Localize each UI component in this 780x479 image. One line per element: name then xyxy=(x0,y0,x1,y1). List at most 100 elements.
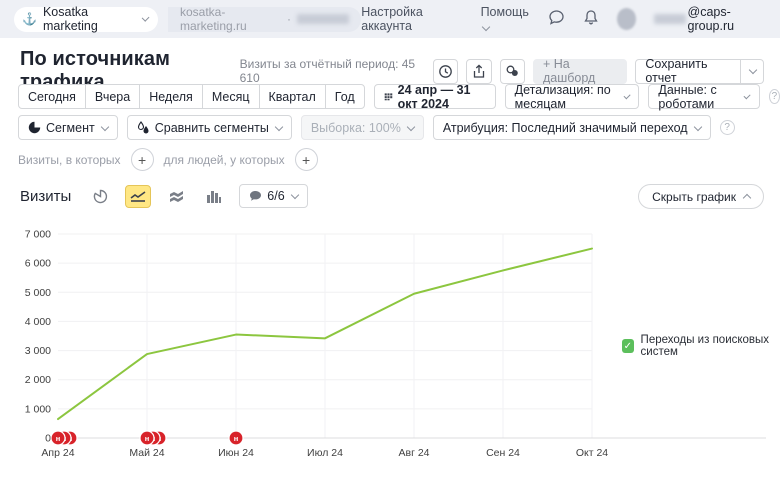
notifications-bell-icon[interactable] xyxy=(583,9,599,29)
counter-domain[interactable]: kosatka-marketing.ru · xyxy=(168,7,361,32)
goals-button[interactable] xyxy=(500,59,525,84)
save-report-button[interactable]: Сохранить отчет xyxy=(635,59,741,84)
chevron-down-icon xyxy=(749,66,757,74)
svg-text:1 000: 1 000 xyxy=(25,403,51,415)
svg-text:н: н xyxy=(56,434,61,443)
save-report-dropdown[interactable] xyxy=(741,59,764,84)
period-month-button[interactable]: Месяц xyxy=(202,84,260,109)
counter-name: Kosatka marketing xyxy=(43,5,135,33)
calendar-icon xyxy=(384,90,393,103)
dot-separator: · xyxy=(287,12,291,26)
svg-text:3 000: 3 000 xyxy=(25,345,51,357)
attribution-label: Атрибуция: Последний значимый переход xyxy=(443,121,688,135)
svg-text:5 000: 5 000 xyxy=(25,287,51,299)
segment-dropdown[interactable]: Сегмент xyxy=(18,115,118,140)
visits-period-total: Визиты за отчётный период: 45 610 xyxy=(240,57,419,85)
sampling-dropdown[interactable]: Выборка: 100% xyxy=(301,115,424,140)
period-filter-row: Сегодня Вчера Неделя Месяц Квартал Год 2… xyxy=(18,84,780,109)
period-week-button[interactable]: Неделя xyxy=(139,84,203,109)
legend-label: Переходы из поисковых систем xyxy=(641,334,780,358)
feedback-icon[interactable] xyxy=(548,9,565,29)
data-mode-label: Данные: с роботами xyxy=(658,83,738,111)
help-label: Помощь xyxy=(481,5,529,19)
attribution-help-icon[interactable]: ? xyxy=(720,120,735,135)
hide-chart-button[interactable]: Скрыть график xyxy=(638,184,764,209)
data-mode-help-icon[interactable]: ? xyxy=(769,89,780,104)
chevron-down-icon xyxy=(744,92,751,99)
account-settings-link[interactable]: Настройка аккаунта xyxy=(361,5,462,33)
svg-text:6 000: 6 000 xyxy=(25,258,51,270)
counter-selector[interactable]: ⚓ Kosatka marketing xyxy=(14,7,158,32)
period-today-button[interactable]: Сегодня xyxy=(18,84,86,109)
email-domain-text: @caps-group.ru xyxy=(688,5,766,33)
svg-text:Окт 24: Окт 24 xyxy=(576,447,608,459)
attribution-dropdown[interactable]: Атрибуция: Последний значимый переход xyxy=(433,115,711,140)
chart-header: Визиты 6/6 xyxy=(20,184,308,208)
chevron-down-icon xyxy=(100,122,108,130)
compare-segments-dropdown[interactable]: Сравнить сегменты xyxy=(127,115,292,140)
period-year-button[interactable]: Год xyxy=(325,84,365,109)
bar-chart-type-button[interactable] xyxy=(201,185,227,208)
legend-checkbox[interactable]: ✓ xyxy=(622,339,634,353)
top-bar: ⚓ Kosatka marketing kosatka-marketing.ru… xyxy=(0,0,780,38)
title-actions: Визиты за отчётный период: 45 610 + На д… xyxy=(240,57,764,85)
history-button[interactable] xyxy=(433,59,458,84)
svg-text:4 000: 4 000 xyxy=(25,316,51,328)
period-segment-group: Сегодня Вчера Неделя Месяц Квартал Год xyxy=(18,84,365,109)
svg-text:Май 24: Май 24 xyxy=(129,447,164,459)
segment-pie-icon xyxy=(28,121,41,134)
export-button[interactable] xyxy=(466,59,491,84)
detail-dropdown[interactable]: Детализация: по месяцам xyxy=(505,84,640,109)
line-chart-type-button[interactable] xyxy=(125,185,151,208)
counter-logo-icon: ⚓ xyxy=(22,13,37,25)
svg-text:Апр 24: Апр 24 xyxy=(41,447,74,459)
chevron-down-icon xyxy=(141,14,149,22)
svg-text:7 000: 7 000 xyxy=(25,229,51,241)
svg-text:Июн 24: Июн 24 xyxy=(218,447,254,459)
user-avatar[interactable] xyxy=(617,8,636,30)
data-mode-dropdown[interactable]: Данные: с роботами xyxy=(648,84,760,109)
condition-filter-row: Визиты, в которых + для людей, у которых… xyxy=(18,148,318,171)
compare-segments-label: Сравнить сегменты xyxy=(155,121,269,135)
chevron-down-icon xyxy=(693,122,701,130)
svg-text:Сен 24: Сен 24 xyxy=(486,447,520,459)
user-email[interactable]: @caps-group.ru xyxy=(654,5,766,33)
add-visit-condition-button[interactable]: + xyxy=(131,148,154,171)
svg-text:Авг 24: Авг 24 xyxy=(398,447,429,459)
add-to-dashboard-button[interactable]: + На дашборд xyxy=(533,59,627,84)
date-range-label: 24 апр — 31 окт 2024 xyxy=(398,83,486,111)
detail-label: Детализация: по месяцам xyxy=(515,83,618,111)
chevron-down-icon xyxy=(290,191,298,199)
topbar-right: Настройка аккаунта Помощь @caps-group.ru xyxy=(361,5,766,33)
blurred-email-name xyxy=(654,14,685,24)
svg-text:0: 0 xyxy=(45,433,51,445)
domain-text: kosatka-marketing.ru xyxy=(180,5,281,33)
chart-legend: ✓ Переходы из поисковых систем xyxy=(622,334,780,358)
hide-chart-label: Скрыть график xyxy=(652,190,736,204)
sampling-label: Выборка: 100% xyxy=(311,121,401,135)
date-range-picker[interactable]: 24 апр — 31 окт 2024 xyxy=(374,84,496,109)
add-people-condition-button[interactable]: + xyxy=(295,148,318,171)
save-report-split: Сохранить отчет xyxy=(635,59,764,84)
area-chart-type-button[interactable] xyxy=(163,185,189,208)
pie-chart-type-button[interactable] xyxy=(87,185,113,208)
svg-text:н: н xyxy=(234,434,239,443)
svg-text:н: н xyxy=(145,434,150,443)
help-menu[interactable]: Помощь xyxy=(481,5,530,33)
period-quarter-button[interactable]: Квартал xyxy=(259,84,326,109)
compare-drops-icon xyxy=(137,121,150,134)
chevron-down-icon xyxy=(407,122,415,130)
series-count-dropdown[interactable]: 6/6 xyxy=(239,184,307,208)
chevron-down-icon xyxy=(275,122,283,130)
period-yesterday-button[interactable]: Вчера xyxy=(85,84,140,109)
segment-filter-row: Сегмент Сравнить сегменты Выборка: 100% … xyxy=(18,115,735,140)
visits-condition-label: Визиты, в которых xyxy=(18,153,121,167)
people-condition-label: для людей, у которых xyxy=(164,153,285,167)
svg-text:2 000: 2 000 xyxy=(25,374,51,386)
svg-text:Июл 24: Июл 24 xyxy=(307,447,343,459)
comment-bubble-icon xyxy=(249,190,262,202)
blurred-counter-id xyxy=(297,14,349,24)
chevron-down-icon xyxy=(481,23,489,31)
chevron-up-icon xyxy=(743,194,751,202)
chevron-down-icon xyxy=(623,92,630,99)
